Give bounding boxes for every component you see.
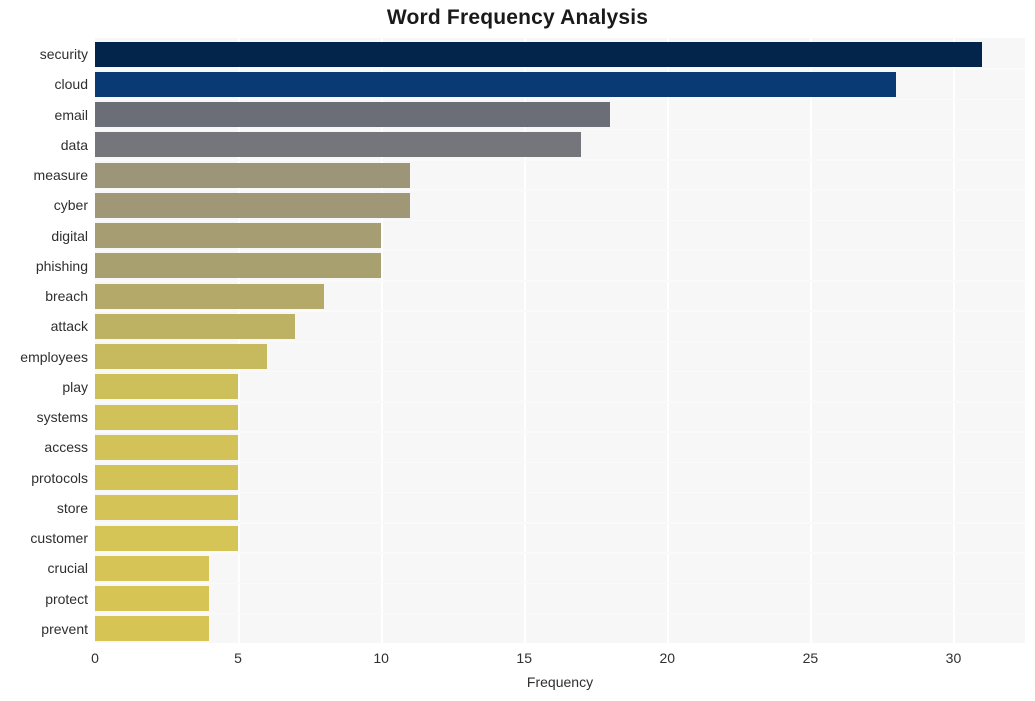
bar-employees[interactable] [95, 344, 267, 370]
gridline-row [95, 128, 1025, 131]
gridline-row [95, 98, 1025, 100]
gridline-row [95, 249, 1025, 252]
gridline-row [95, 522, 1025, 524]
y-tick-label-crucial: crucial [47, 560, 88, 577]
y-tick-label-play: play [62, 378, 88, 395]
y-tick-label-measure: measure [33, 167, 88, 184]
bar-data[interactable] [95, 132, 582, 158]
gridline-row [95, 219, 1025, 221]
x-tick-label-30: 30 [945, 650, 962, 666]
bar-security[interactable] [95, 41, 983, 67]
gridline-row [95, 340, 1025, 342]
bar-play[interactable] [95, 374, 239, 400]
x-tick-label-0: 0 [91, 650, 99, 666]
gridline-row [95, 401, 1025, 403]
y-tick-label-security: security [39, 46, 88, 63]
gridline-row [95, 552, 1025, 554]
word-frequency-bar-chart: Word Frequency Analysis security cloud ema… [0, 0, 1035, 701]
gridline-row [95, 582, 1025, 584]
y-tick-label-email: email [54, 106, 88, 123]
gridline-row [95, 280, 1025, 282]
y-tick-label-customer: customer [30, 530, 88, 547]
gridline-row [95, 189, 1025, 191]
bar-prevent[interactable] [95, 616, 210, 642]
bar-access[interactable] [95, 434, 239, 460]
y-tick-label-attack: attack [50, 318, 88, 335]
bar-customer[interactable] [95, 525, 239, 551]
bar-systems[interactable] [95, 404, 239, 430]
gridline-row [95, 370, 1025, 373]
x-tick-label-20: 20 [659, 650, 676, 666]
x-tick-label-15: 15 [516, 650, 533, 666]
bar-protocols[interactable] [95, 465, 239, 491]
bar-measure[interactable] [95, 162, 410, 188]
gridline-row [95, 461, 1025, 463]
y-tick-label-data: data [60, 136, 88, 153]
bar-crucial[interactable] [95, 555, 210, 581]
y-tick-label-protocols: protocols [31, 469, 88, 486]
gridline-row [95, 491, 1025, 494]
bar-store[interactable] [95, 495, 239, 521]
gridline-row [95, 68, 1025, 70]
y-tick-label-phishing: phishing [35, 257, 88, 274]
bar-email[interactable] [95, 102, 611, 128]
bar-phishing[interactable] [95, 253, 382, 279]
x-axis-title: Frequency [526, 674, 594, 690]
y-tick-label-prevent: prevent [41, 620, 88, 637]
y-tick-label-employees: employees [20, 348, 88, 365]
gridline-row [95, 310, 1025, 312]
x-tick-label-10: 10 [373, 650, 389, 666]
x-axis-tick-labels: 0 5 10 15 20 25 30 [0, 651, 1035, 673]
y-tick-label-cloud: cloud [54, 76, 88, 93]
bar-cyber[interactable] [95, 192, 410, 218]
bar-attack[interactable] [95, 313, 296, 339]
y-axis-tick-labels: security cloud email data measure cyber digita… [0, 38, 88, 643]
y-tick-label-digital: digital [51, 227, 88, 244]
y-tick-label-breach: breach [45, 288, 88, 305]
x-tick-label-25: 25 [802, 650, 819, 666]
y-tick-label-systems: systems [36, 409, 88, 426]
gridline-row [95, 431, 1025, 433]
y-tick-label-access: access [44, 439, 88, 456]
plot-area [95, 38, 1025, 643]
gridline-row [95, 612, 1025, 615]
y-tick-label-store: store [56, 499, 88, 516]
bar-cloud[interactable] [95, 71, 897, 97]
y-tick-label-protect: protect [45, 590, 88, 607]
x-tick-label-5: 5 [234, 650, 242, 666]
bar-digital[interactable] [95, 223, 382, 249]
y-tick-label-cyber: cyber [53, 197, 88, 214]
chart-title: Word Frequency Analysis [386, 6, 649, 29]
gridline-row [95, 159, 1025, 161]
bar-protect[interactable] [95, 586, 210, 612]
bar-breach[interactable] [95, 283, 324, 309]
